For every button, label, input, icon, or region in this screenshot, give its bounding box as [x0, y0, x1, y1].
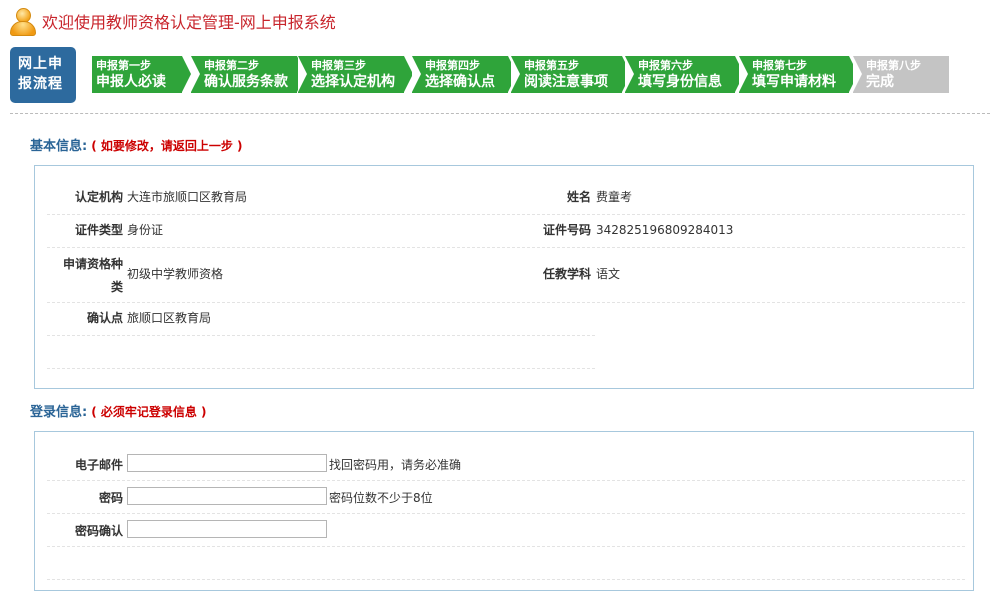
cert-type-label-line2: 类 [110, 280, 123, 294]
step-name: 填写身份信息 [638, 74, 722, 90]
section-divider [10, 113, 990, 114]
step-name: 选择确认点 [425, 74, 495, 90]
form-row [47, 546, 965, 580]
email-input[interactable] [127, 454, 327, 472]
step-notch [625, 56, 634, 92]
step-number: 申报第七步 [752, 59, 807, 72]
step-name: 选择认定机构 [311, 74, 395, 90]
step-number: 申报第一步 [96, 59, 151, 72]
cert-type-label: 申请资格种 类 [49, 255, 123, 295]
password-confirm-label: 密码确认 [74, 524, 123, 538]
org-label: 认定机构 [74, 190, 123, 204]
id-type-label: 证件类型 [74, 223, 123, 237]
id-type-value: 身份证 [127, 223, 164, 237]
step-name: 填写申请材料 [752, 74, 836, 90]
password-hint: 密码位数不少于8位 [329, 491, 433, 505]
flow-label-line2: 报流程 [18, 76, 63, 92]
email-hint: 找回密码用，请务必准确 [329, 458, 462, 472]
page-title: 欢迎使用教师资格认定管理-网上申报系统 [42, 13, 336, 32]
step-number: 申报第八步 [866, 59, 921, 72]
basic-info-title: 基本信息:( 如要修改，请返回上一步 ) [30, 135, 243, 154]
step-4: 申报第四步 选择确认点 [412, 56, 517, 93]
step-notch [511, 56, 520, 92]
cert-type-label-line1: 申请资格种 [62, 257, 123, 271]
step-number: 申报第二步 [204, 59, 259, 72]
step-5: 申报第五步 阅读注意事项 [511, 56, 631, 93]
basic-info-note: ( 如要修改，请返回上一步 ) [91, 139, 243, 153]
step-notch [853, 56, 862, 92]
user-icon [8, 6, 36, 36]
id-number-value: 342825196809284013 [596, 223, 734, 237]
name-value: 费童考 [596, 190, 633, 204]
step-number: 申报第五步 [524, 59, 579, 72]
step-name: 完成 [866, 74, 894, 90]
login-info-heading: 登录信息: [30, 405, 88, 420]
step-name: 申报人必读 [96, 74, 166, 90]
info-row [47, 335, 595, 369]
step-number: 申报第六步 [638, 59, 693, 72]
password-input[interactable] [127, 487, 327, 505]
login-info-title: 登录信息:( 必须牢记登录信息 ) [30, 401, 207, 420]
subject-value: 语文 [596, 267, 621, 281]
step-notch [298, 56, 307, 92]
login-info-note: ( 必须牢记登录信息 ) [91, 405, 207, 419]
org-value: 大连市旅顺口区教育局 [127, 190, 248, 204]
step-number: 申报第三步 [311, 59, 366, 72]
basic-info-heading: 基本信息: [30, 139, 88, 154]
name-label: 姓名 [566, 190, 591, 204]
confirm-point-value: 旅顺口区教育局 [127, 311, 212, 325]
step-name: 确认服务条款 [204, 74, 288, 90]
step-name: 阅读注意事项 [524, 74, 608, 90]
confirm-point-label: 确认点 [86, 311, 123, 325]
step-6: 申报第六步 填写身份信息 [625, 56, 744, 93]
basic-info-panel: 认定机构 大连市旅顺口区教育局 姓名 费童考 证件类型 身份证 证件号码 342… [34, 165, 974, 389]
step-2: 申报第二步 确认服务条款 [191, 56, 306, 93]
page-header: 欢迎使用教师资格认定管理-网上申报系统 [8, 6, 336, 36]
step-notch [191, 56, 200, 92]
step-1: 申报第一步 申报人必读 [92, 56, 191, 93]
id-number-label: 证件号码 [542, 223, 591, 237]
password-label: 密码 [98, 491, 123, 505]
step-7: 申报第七步 填写申请材料 [739, 56, 858, 93]
subject-label: 任教学科 [542, 267, 591, 281]
step-3: 申报第三步 选择认定机构 [298, 56, 413, 93]
step-notch [412, 56, 421, 92]
step-notch [739, 56, 748, 92]
flow-label-line1: 网上申 [18, 56, 63, 72]
flow-label: 网上申 报流程 [10, 47, 76, 103]
cert-type-value: 初级中学教师资格 [127, 267, 224, 281]
info-row [47, 214, 965, 248]
password-confirm-input[interactable] [127, 520, 327, 538]
email-label: 电子邮件 [74, 458, 123, 472]
login-info-panel: 电子邮件 找回密码用，请务必准确 密码 密码位数不少于8位 密码确认 [34, 431, 974, 591]
step-arrow-icon [182, 56, 191, 92]
step-8: 申报第八步 完成 [853, 56, 949, 93]
step-number: 申报第四步 [425, 59, 480, 72]
